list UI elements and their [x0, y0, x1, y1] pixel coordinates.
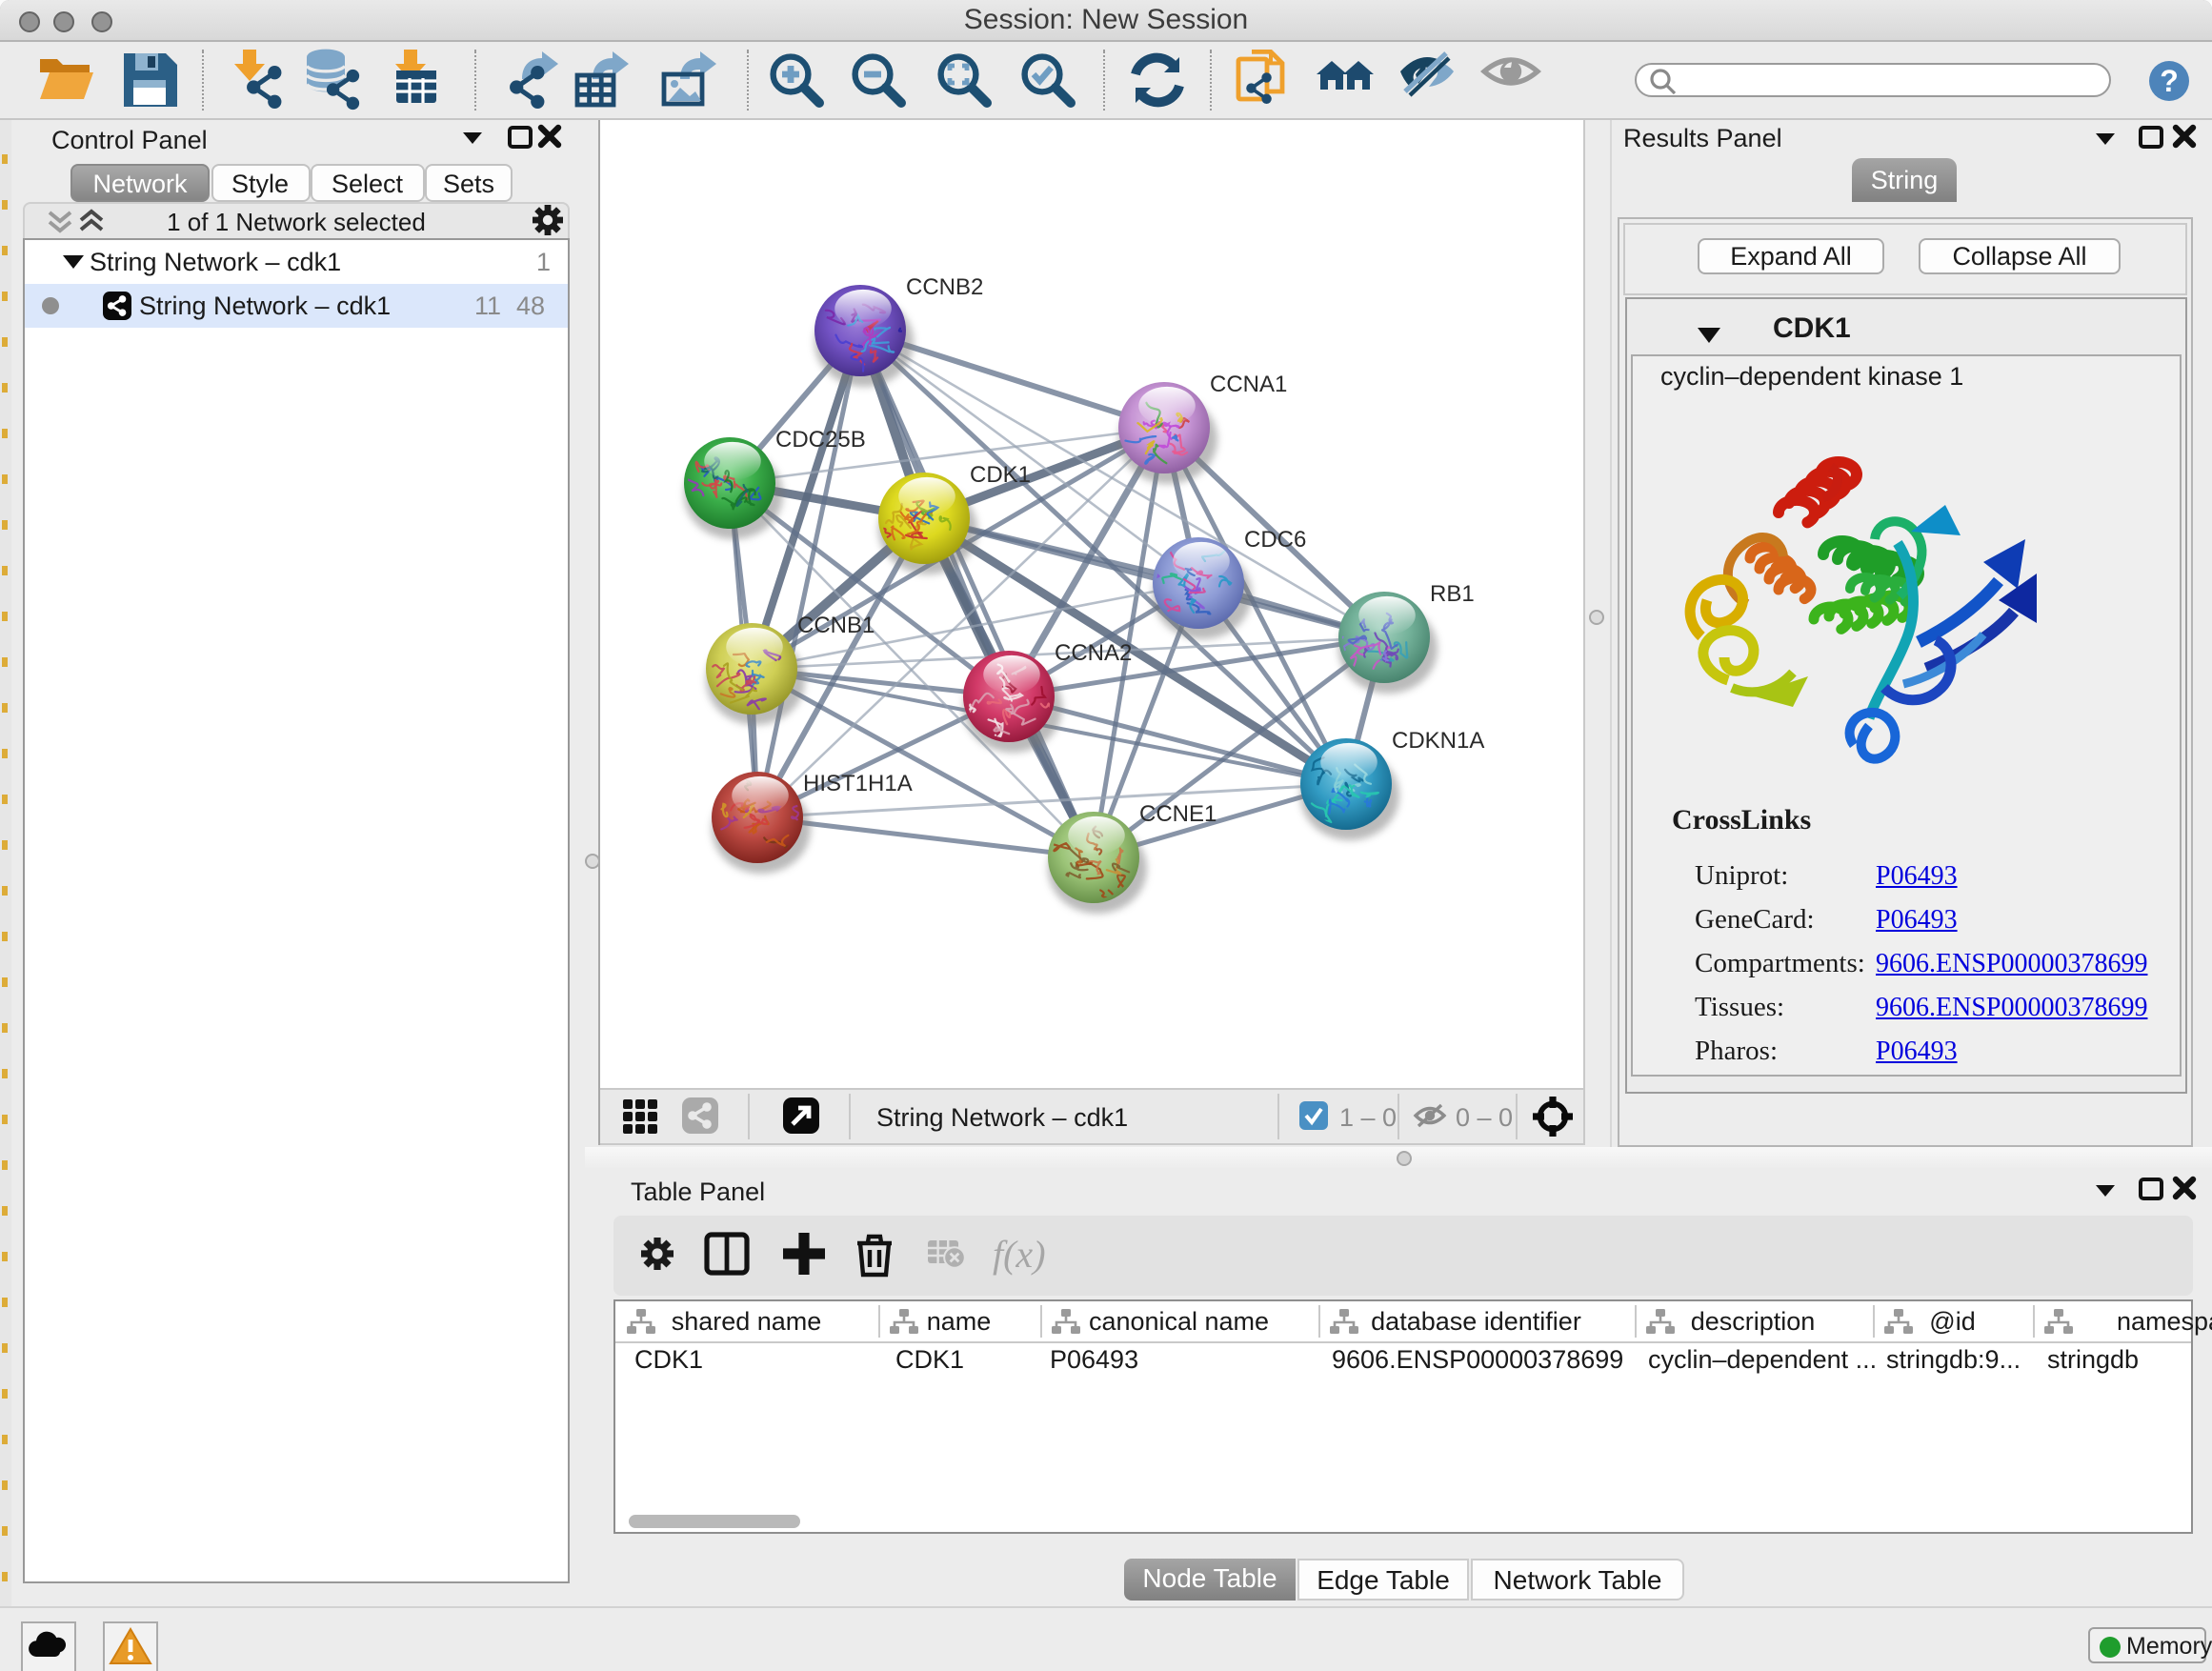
- svg-text:CDKN1A: CDKN1A: [1392, 728, 1484, 754]
- svg-text:0 – 0: 0 – 0: [1456, 1103, 1513, 1132]
- svg-text:CDC6: CDC6: [1244, 527, 1306, 553]
- svg-text:RB1: RB1: [1430, 581, 1475, 607]
- svg-text:CCNA1: CCNA1: [1210, 372, 1287, 397]
- svg-text:CCNE1: CCNE1: [1139, 801, 1217, 827]
- svg-text:CCNB1: CCNB1: [797, 613, 875, 638]
- svg-text:HIST1H1A: HIST1H1A: [803, 771, 913, 796]
- svg-text:CCNB2: CCNB2: [906, 274, 983, 300]
- svg-text:CCNA2: CCNA2: [1055, 640, 1132, 666]
- svg-text:CDC25B: CDC25B: [775, 427, 866, 453]
- svg-text:String Network – cdk1: String Network – cdk1: [876, 1103, 1128, 1132]
- svg-text:?: ?: [2160, 64, 2179, 98]
- svg-text:f(x): f(x): [992, 1232, 1045, 1275]
- svg-text:1 – 0: 1 – 0: [1339, 1103, 1397, 1132]
- svg-text:CDK1: CDK1: [970, 462, 1031, 488]
